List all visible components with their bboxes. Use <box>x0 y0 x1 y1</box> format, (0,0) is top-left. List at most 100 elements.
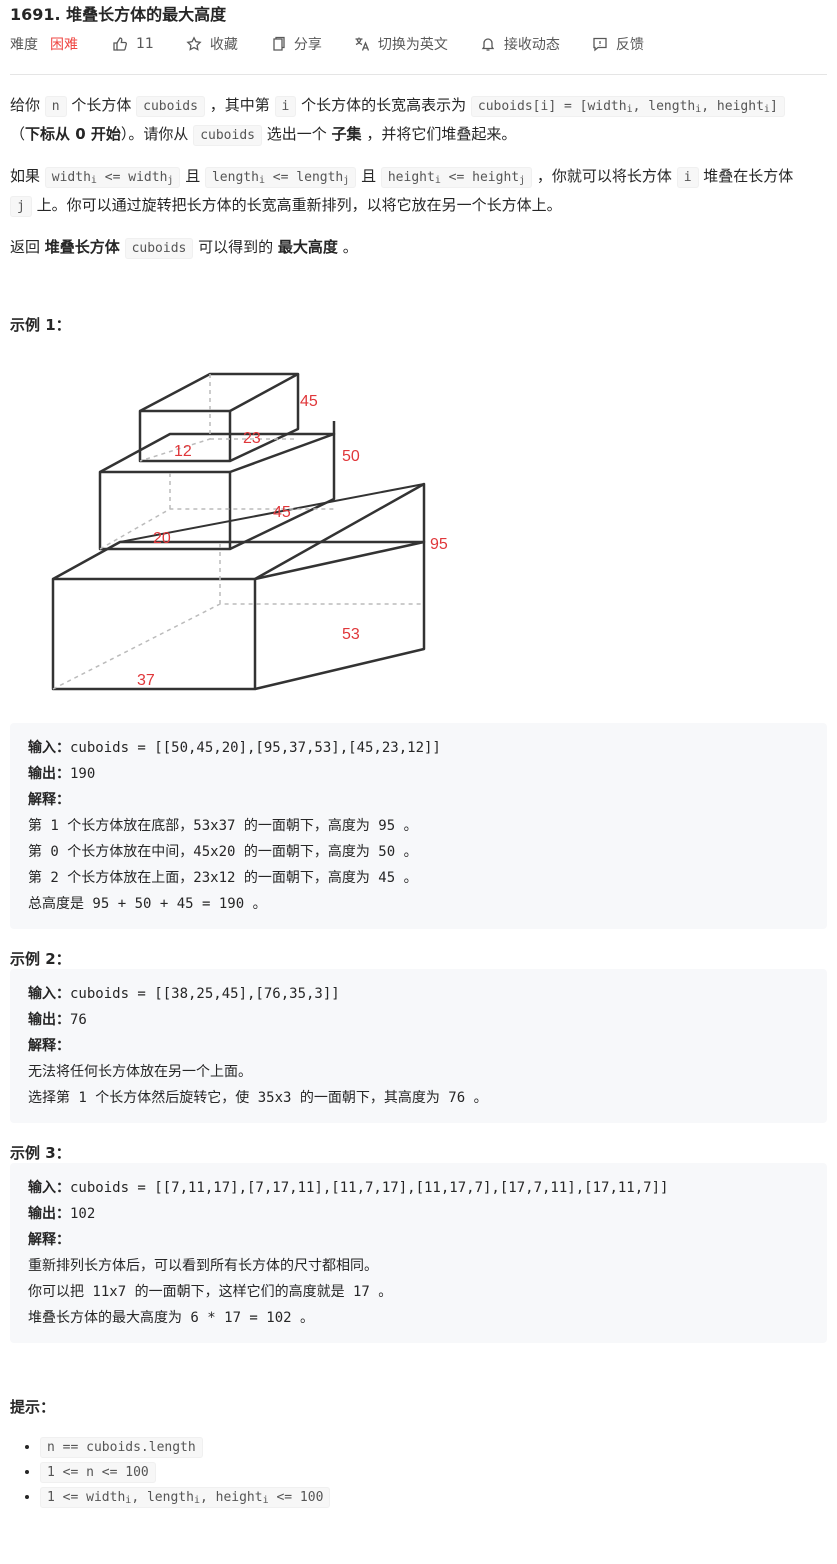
hidden-edges <box>52 374 424 690</box>
bold-text: 下标从 0 开始 <box>25 125 121 143</box>
description-paragraph-2: 如果 widthi <= widthj 且 lengthi <= lengthj… <box>10 164 827 219</box>
thumbs-up-icon <box>113 37 127 51</box>
code-text: , length <box>131 1490 194 1505</box>
output-value: 190 <box>70 766 96 782</box>
feedback-label: 反馈 <box>615 37 644 53</box>
subscript: j <box>343 175 350 186</box>
like-count: 11 <box>136 36 154 52</box>
example-1-block: 输入：cuboids = [[50,45,20],[95,37,53],[45,… <box>10 723 827 929</box>
hint-code: 1 <= widthi, lengthi, heighti <= 100 <box>40 1487 331 1508</box>
text: 堆叠在长方体 <box>698 167 794 185</box>
explain-line: 第 2 个长方体放在上面，23x12 的一面朝下，高度为 45 。 <box>28 870 418 886</box>
problem-meta-bar: 难度 困难 11 收藏 分享 切换为英文 接收动态 反馈 <box>10 30 827 60</box>
top-width-label: 12 <box>174 443 192 460</box>
feedback-button[interactable]: 反馈 <box>592 34 644 54</box>
top-length-label: 23 <box>243 430 261 447</box>
hint-item: n == cuboids.length <box>40 1435 827 1460</box>
code-text: <= width <box>96 170 168 185</box>
explain-label: 解释： <box>28 1232 70 1248</box>
bottom-cuboid-top <box>52 540 426 581</box>
inline-code-j: j <box>10 196 32 217</box>
code-text: length <box>211 170 259 185</box>
subscript: j <box>519 175 526 186</box>
text: 可以得到的 <box>193 238 278 256</box>
text: ，你就可以将长方体 <box>532 167 677 185</box>
bottom-height-label: 95 <box>430 536 448 553</box>
explain-line: 重新排列长方体后，可以看到所有长方体的尺寸都相同。 <box>28 1258 378 1274</box>
text: （ <box>10 125 26 143</box>
example-3-block: 输入：cuboids = [[7,11,17],[7,17,11],[11,7,… <box>10 1163 827 1343</box>
inline-code-formula: cuboids[i] = [widthi, lengthi, heighti] <box>470 96 785 117</box>
hint-code: 1 <= n <= 100 <box>40 1462 156 1483</box>
code-text: width <box>51 170 91 185</box>
output-value: 102 <box>70 1206 96 1222</box>
output-label: 输出： <box>28 766 70 782</box>
text: 返回 <box>10 238 45 256</box>
explain-label: 解释： <box>28 1038 70 1054</box>
description-paragraph-3: 返回 堆叠长方体 cuboids 可以得到的 最大高度 。 <box>10 235 827 261</box>
text: 。 <box>337 238 358 256</box>
code-text: cuboids[i] = [width <box>477 99 627 114</box>
input-label: 输入： <box>28 986 70 1002</box>
switch-language-label: 切换为英文 <box>377 37 448 53</box>
text: 个长方体的长宽高表示为 <box>296 96 471 114</box>
text: 且 <box>356 167 381 185</box>
hints-list: n == cuboids.length 1 <= n <= 100 1 <= w… <box>10 1435 827 1513</box>
top-cuboid-top <box>139 372 300 413</box>
inline-code-width-cond: widthi <= widthj <box>44 167 181 188</box>
code-text: height <box>387 170 435 185</box>
code-text: , height <box>701 99 764 114</box>
like-button[interactable]: 11 <box>112 36 154 52</box>
inline-code-i: i <box>274 96 297 117</box>
middle-length-label: 45 <box>273 504 291 521</box>
header-divider <box>10 74 827 75</box>
favorite-button[interactable]: 收藏 <box>186 34 238 54</box>
bottom-length-label: 53 <box>342 626 360 643</box>
input-label: 输入： <box>28 740 70 756</box>
explain-line: 选择第 1 个长方体然后旋转它，使 35x3 的一面朝下，其高度为 76 。 <box>28 1090 488 1106</box>
example-3-title: 示例 3： <box>10 1144 71 1162</box>
middle-height-label: 50 <box>342 448 360 465</box>
code-text: <= length <box>264 170 344 185</box>
explain-line: 堆叠长方体的最大高度为 6 * 17 = 102 。 <box>28 1310 315 1326</box>
description-paragraph-1: 给你 n 个长方体 cuboids ，其中第 i 个长方体的长宽高表示为 cub… <box>10 93 827 148</box>
switch-language-button[interactable]: 切换为英文 <box>354 34 448 54</box>
inline-code-n: n <box>44 96 67 117</box>
bottom-width-label: 37 <box>137 672 155 689</box>
inline-code-cuboids: cuboids <box>124 238 194 259</box>
output-value: 76 <box>70 1012 87 1028</box>
difficulty-badge: 困难 <box>50 37 78 53</box>
problem-page: 1691. 堆叠长方体的最大高度 难度 困难 11 收藏 分享 切换为英文 接收… <box>0 0 837 1513</box>
text: ，其中第 <box>204 96 275 114</box>
top-cuboid-side <box>229 374 300 463</box>
bell-icon <box>481 38 495 51</box>
problem-title: 1691. 堆叠长方体的最大高度 <box>10 5 227 24</box>
star-icon <box>186 36 202 51</box>
hint-code: n == cuboids.length <box>40 1437 203 1458</box>
text: ，并将它们堆叠起来。 <box>361 125 517 143</box>
middle-width-label: 20 <box>153 530 171 547</box>
share-button[interactable]: 分享 <box>270 34 322 54</box>
text: 如果 <box>10 167 45 185</box>
bold-text: 最大高度 <box>277 238 338 256</box>
example-2-title: 示例 2： <box>10 950 71 968</box>
feedback-icon <box>593 37 607 52</box>
favorite-label: 收藏 <box>209 37 238 53</box>
notify-label: 接收动态 <box>503 37 560 53</box>
inline-code-height-cond: heighti <= heightj <box>380 167 533 188</box>
inline-code-length-cond: lengthi <= lengthj <box>204 167 357 188</box>
example-2-block: 输入：cuboids = [[38,25,45],[76,35,3]] 输出：7… <box>10 969 827 1123</box>
cuboid-stack-figure: 45 23 12 50 45 20 95 53 37 <box>51 372 448 691</box>
inline-code-i: i <box>676 167 699 188</box>
code-text: , height <box>199 1490 263 1505</box>
explain-line: 第 1 个长方体放在底部，53x37 的一面朝下，高度为 95 。 <box>28 818 418 834</box>
text: 给你 <box>10 96 45 114</box>
notify-button[interactable]: 接收动态 <box>480 34 560 54</box>
explain-line: 你可以把 11x7 的一面朝下，这样它们的高度就是 17 。 <box>28 1284 393 1300</box>
hint-item: 1 <= widthi, lengthi, heighti <= 100 <box>40 1485 827 1513</box>
code-text: ] <box>769 99 778 114</box>
share-label: 分享 <box>293 37 322 53</box>
text: 选出一个 <box>261 125 332 143</box>
hint-item: 1 <= n <= 100 <box>40 1460 827 1485</box>
input-value: cuboids = [[38,25,45],[76,35,3]] <box>70 986 340 1002</box>
